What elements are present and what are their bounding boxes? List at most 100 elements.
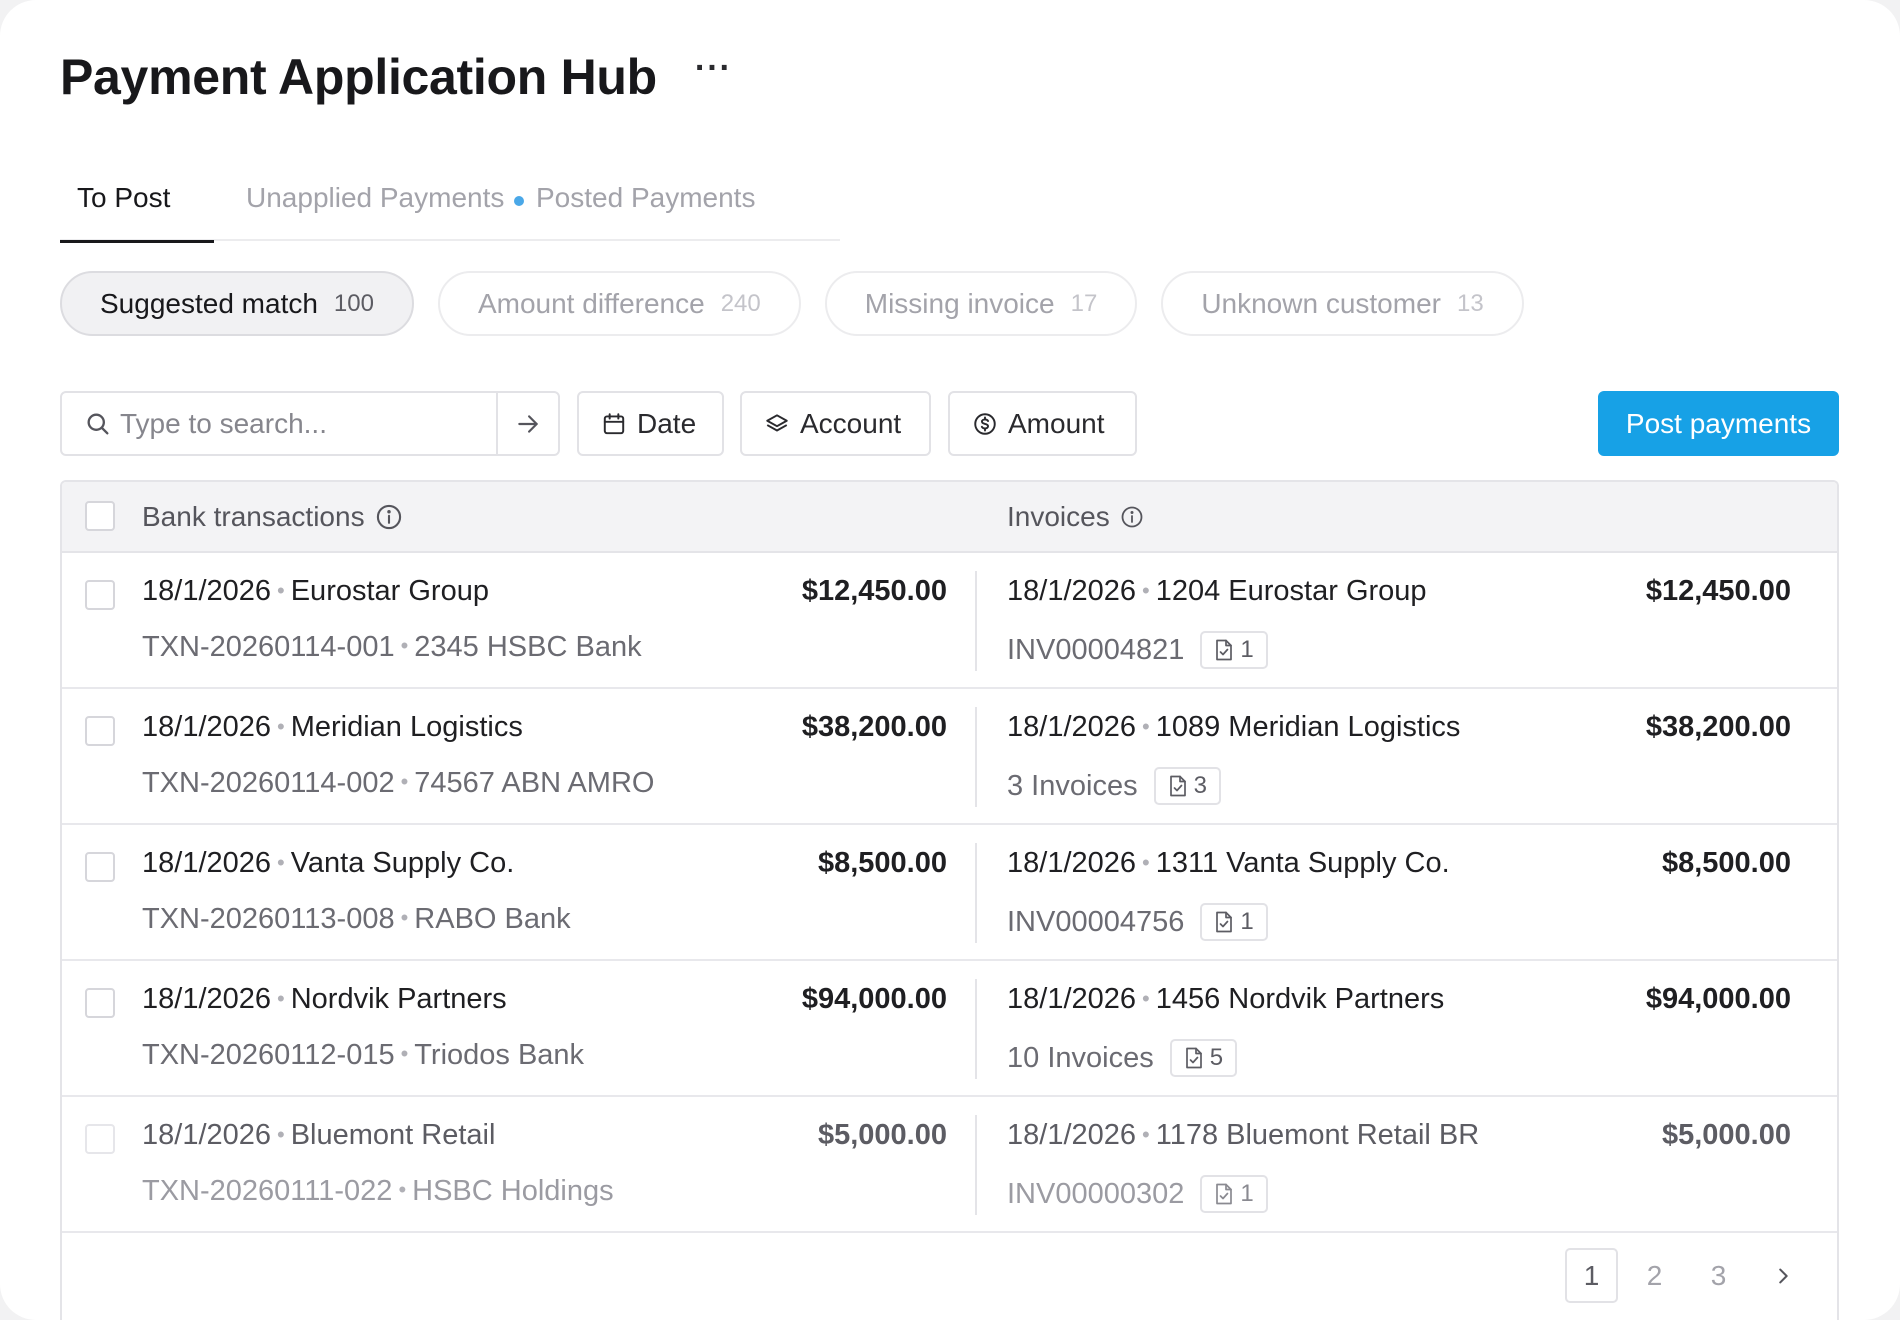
document-count-badge[interactable]: 3 [1153,767,1221,805]
search-box [60,391,560,456]
invoice-amount: $12,450.00 [1645,575,1791,607]
tab-unapplied-payments[interactable]: Unapplied Payments [246,172,536,241]
page-1-button[interactable]: 1 [1565,1248,1618,1303]
invoice-amount: $94,000.00 [1645,983,1791,1015]
separator-dot: • [1142,1122,1150,1147]
chip-label: Suggested match [100,287,318,319]
invoice-title: 18/1/2026 • 1311 Vanta Supply Co. [1007,847,1450,880]
invoice-date: 18/1/2026 [1007,711,1137,743]
chip-count: 17 [1070,289,1098,317]
document-icon [1185,1047,1202,1069]
bank-date: 18/1/2026 [142,983,272,1015]
invoice-date: 18/1/2026 [1007,847,1137,879]
chip-label: Missing invoice [864,287,1055,319]
invoice-amount: $38,200.00 [1645,711,1791,743]
date-filter-button[interactable]: Date [577,391,724,456]
table-row[interactable]: 18/1/2026 • Meridian Logistics $38,200.00 TX… [62,689,1837,825]
document-count-badge[interactable]: 5 [1169,1039,1238,1077]
chip-missing-invoice[interactable]: Missing invoice 17 [824,271,1138,336]
document-icon [1216,911,1233,933]
post-payments-button[interactable]: Post payments [1598,391,1839,456]
chip-suggested-match[interactable]: Suggested match 100 [60,271,414,336]
document-count: 5 [1209,1044,1224,1071]
invoice-reference[interactable]: 10 Invoices [1007,1042,1154,1075]
row-checkbox[interactable] [85,716,115,746]
more-options-button[interactable]: ··· [695,51,732,103]
invoice-details: INV00004756 1 [1007,903,1268,941]
bank-counterparty: Vanta Supply Co. [290,847,515,879]
transaction-id: TXN-20260112-015 [142,1039,395,1071]
table-row[interactable]: 18/1/2026 • Nordvik Partners $94,000.00 TXN-… [62,961,1837,1097]
separator-dot: • [400,904,409,930]
page-3-button[interactable]: 3 [1692,1248,1745,1303]
invoice-reference[interactable]: INV00004821 [1007,634,1184,667]
dollar-circle-icon [974,412,996,435]
separator-dot: • [277,1122,285,1147]
app-window: Payment Application Hub ··· To Post Unap… [0,0,1900,1320]
separator-dot: • [1142,850,1150,875]
invoice-details: 3 Invoices 3 [1007,767,1221,805]
info-icon[interactable] [1120,505,1144,529]
bank-date: 18/1/2026 [142,847,272,879]
table-row[interactable]: 18/1/2026 • Bluemont Retail $5,000.00 TXN-20… [62,1097,1837,1233]
separator-dot: • [277,578,285,603]
bank-amount: $38,200.00 [801,711,947,743]
tab-to-post[interactable]: To Post [60,172,214,243]
document-icon [1216,1183,1233,1205]
payments-table: Bank transactions Invoices 18/1/2026 • Eur… [60,480,1839,1320]
document-count-badge[interactable]: 1 [1200,903,1268,941]
table-header: Bank transactions Invoices [62,482,1837,553]
separator-dot: • [1142,986,1150,1011]
bank-amount: $8,500.00 [817,847,947,879]
column-divider [975,979,977,1079]
table-row[interactable]: 18/1/2026 • Eurostar Group $12,450.00 TXN-20… [62,553,1837,689]
bank-amount: $94,000.00 [801,983,947,1015]
table-row[interactable]: 18/1/2026 • Vanta Supply Co. $8,500.00 TXN-2… [62,825,1837,961]
chip-unknown-customer[interactable]: Unknown customer 13 [1161,271,1524,336]
invoice-date: 18/1/2026 [1007,575,1137,607]
separator-dot: • [1142,578,1150,603]
account-filter-button[interactable]: Account [740,391,931,456]
select-all-checkbox[interactable] [85,501,115,531]
document-count-badge[interactable]: 1 [1200,631,1268,669]
bank-transaction-title: 18/1/2026 • Meridian Logistics [142,711,523,744]
page-2-button[interactable]: 2 [1628,1248,1681,1303]
separator-dot: • [400,768,409,794]
next-page-button[interactable] [1756,1248,1809,1303]
chip-amount-difference[interactable]: Amount difference 240 [437,271,801,336]
info-icon[interactable] [375,503,403,531]
tab-posted-payments[interactable]: Posted Payments [536,172,755,241]
date-filter-label: Date [637,407,697,439]
row-checkbox[interactable] [85,852,115,882]
invoice-title: 18/1/2026 • 1178 Bluemont Retail BR [1007,1119,1479,1152]
chip-count: 13 [1456,289,1484,317]
bank-transaction-title: 18/1/2026 • Eurostar Group [142,575,489,608]
chip-label: Amount difference [477,287,705,319]
document-count-badge[interactable]: 1 [1200,1175,1268,1213]
tab-bar: To Post Unapplied Payments Posted Paymen… [60,172,840,243]
chip-count: 100 [333,289,374,317]
column-divider [975,1115,977,1215]
pagination: 1 2 3 [62,1233,1837,1320]
bank-transaction-details: TXN-20260114-001 • 2345 HSBC Bank [142,631,642,664]
invoice-customer: 1311 Vanta Supply Co. [1155,847,1450,879]
search-input[interactable] [120,407,490,440]
invoice-reference[interactable]: 3 Invoices [1007,770,1138,803]
invoice-title: 18/1/2026 • 1204 Eurostar Group [1007,575,1427,608]
invoice-amount: $5,000.00 [1661,1119,1791,1151]
column-header-invoices: Invoices [1007,482,1144,551]
bank-transaction-details: TXN-20260114-002 • 74567 ABN AMRO [142,767,654,800]
invoice-title: 18/1/2026 • 1456 Nordvik Partners [1007,983,1444,1016]
notification-dot [514,196,525,206]
row-checkbox[interactable] [85,988,115,1018]
search-submit-button[interactable] [496,393,558,454]
invoice-reference[interactable]: INV00000302 [1007,1178,1184,1211]
column-divider [975,843,977,943]
row-checkbox[interactable] [85,580,115,610]
row-checkbox[interactable] [85,1124,115,1154]
document-icon [1216,639,1233,661]
amount-filter-button[interactable]: Amount [948,391,1137,456]
amount-filter-label: Amount [1008,407,1105,439]
separator-dot: • [398,1176,407,1202]
invoice-reference[interactable]: INV00004756 [1007,906,1184,939]
